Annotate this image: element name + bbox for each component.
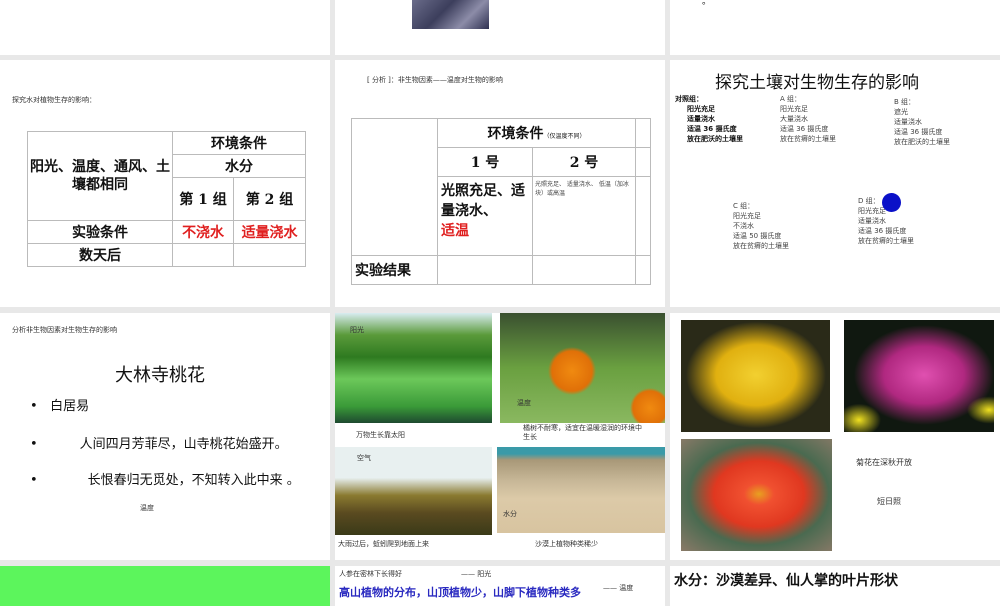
table-cell: 水分: [172, 154, 306, 178]
table-cell: [233, 243, 306, 267]
experiment-table: 阳光、温度、通风、土壤都相同 环境条件 水分 第 1 组第 2 组 实验条件 不浇水…: [27, 131, 306, 267]
slide-text: 人参在密林下长得好: [339, 570, 402, 578]
slide-thumbnail-1[interactable]: [0, 0, 330, 55]
photo-caption: 大雨过后，蚯蚓爬到地面上来: [338, 540, 429, 548]
control-group: 对照组： 阳光充足 适量浇水 适温 36 摄氏度 放在肥沃的土壤里: [675, 95, 743, 143]
slide-text: 菊花在深秋开放: [856, 458, 912, 467]
group-c: C 组： 阳光充足 不浇水 适温 50 摄氏度 放在贫瘠的土壤里: [733, 202, 789, 250]
slide-thumbnail-6[interactable]: 探究土壤对生物生存的影响 对照组： 阳光充足 适量浇水 适温 36 摄氏度 放在肥沃的土…: [670, 60, 1000, 307]
slide-text: 。: [702, 0, 712, 7]
slide-title: 大林寺桃花: [115, 365, 205, 386]
slide-text: —— 温度: [603, 584, 634, 592]
slide-thumbnail-8[interactable]: 阳光 万物生长靠太阳 温度 橘树不耐寒，适宜在温暖湿润的环境中生长 空气 大雨过…: [335, 313, 665, 560]
photo-tag: 空气: [357, 454, 371, 462]
group-b: B 组： 遮光 适量浇水 适温 36 摄氏度 放在肥沃的土壤里: [894, 98, 950, 146]
table-cell: 光照充足、适量浇水、: [441, 183, 525, 219]
table-cell: 阳光、温度、通风、土壤都相同: [27, 131, 173, 221]
table-cell: 第 1 组: [171, 177, 235, 221]
table-cell: 不浇水: [171, 220, 235, 244]
slide-title: 探究土壤对生物生存的影响: [715, 73, 919, 93]
table-cell: 实验条件: [27, 220, 173, 244]
note: 温度: [140, 504, 154, 512]
photo-tag: 温度: [517, 399, 531, 407]
slide-text: —— 阳光: [461, 570, 492, 578]
bullet: • 白居易: [30, 399, 90, 414]
experiment-table: 环境条件（仅温度不同） 1 号2 号 光照充足、适量浇水、适温 光照充足、 适量浇…: [351, 118, 651, 285]
table-cell: 实验结果: [351, 255, 438, 285]
slide-subtitle: [ 分析 ]：非生物因素——温度对生物的影响: [367, 76, 503, 84]
slide-thumbnail-9[interactable]: 菊花在深秋开放 短日照: [670, 313, 1000, 560]
slide-subtitle: 探究水对植物生存的影响：: [12, 96, 96, 104]
slide-text: 高山植物的分布，山顶植物少，山脚下植物种类多: [339, 586, 581, 599]
table-cell: 第 2 组: [233, 177, 306, 221]
table-cell: 适量浇水: [233, 220, 306, 244]
table-cell: 适温: [441, 223, 469, 239]
desert-photo: [497, 447, 665, 533]
group-a: A 组： 阳光充足 大量浇水 适温 36 摄氏度 放在贫瘠的土壤里: [780, 95, 836, 143]
yellow-chrysanthemum-photo: [681, 320, 830, 432]
slide-thumbnail-12[interactable]: 水分：沙漠差异、仙人掌的叶片形状: [670, 566, 1000, 606]
photo-caption: 万物生长靠太阳: [356, 431, 405, 439]
slide-thumbnail-4[interactable]: 探究水对植物生存的影响： 阳光、温度、通风、土壤都相同 环境条件 水分 第 1 组…: [0, 60, 330, 307]
photo-tag: 水分: [503, 510, 517, 518]
slide-thumbnail-2[interactable]: [335, 0, 665, 55]
bullet: • 人间四月芳菲尽，山寺桃花始盛开。: [30, 437, 288, 452]
photo-tag: 阳光: [350, 326, 364, 334]
bullet: • 长恨春归无觅处，不知转入此中来 。: [30, 473, 300, 488]
red-chrysanthemum-photo: [681, 439, 832, 551]
slide-thumbnail-5[interactable]: [ 分析 ]：非生物因素——温度对生物的影响 环境条件（仅温度不同） 1 号2 …: [335, 60, 665, 307]
purple-chrysanthemum-photo: [844, 320, 994, 432]
table-cell-note: （仅温度不同）: [543, 133, 586, 140]
table-cell: 环境条件: [172, 131, 306, 155]
photo-caption: 橘树不耐寒，适宜在温暖湿润的环境中生长: [523, 424, 642, 441]
table-cell: [171, 243, 235, 267]
table-cell: 光照充足、 适量浇水、 低温（加冰块）或高温: [532, 176, 636, 256]
slide-text: 短日照: [877, 497, 901, 506]
slide-thumbnail-3[interactable]: 。: [670, 0, 1000, 55]
blue-dot-marker: [882, 193, 901, 212]
photo: [412, 0, 489, 29]
slide-thumbnail-7[interactable]: 分析非生物因素对生物生存的影响 大林寺桃花 • 白居易 • 人间四月芳菲尽，山寺桃…: [0, 313, 330, 560]
photo-caption: 沙漠上植物种类稀少: [535, 540, 598, 548]
table-cell: 2 号: [532, 147, 636, 177]
table-cell: 数天后: [27, 243, 173, 267]
slide-thumbnail-10[interactable]: [0, 566, 330, 606]
slide-thumbnail-11[interactable]: 人参在密林下长得好 —— 阳光 高山植物的分布，山顶植物少，山脚下植物种类多 —…: [335, 566, 665, 606]
slide-title: 水分：沙漠差异、仙人掌的叶片形状: [674, 573, 898, 589]
table-cell: 1 号: [437, 147, 533, 177]
table-cell: 环境条件: [487, 126, 544, 142]
slide-subtitle: 分析非生物因素对生物生存的影响: [12, 326, 117, 334]
